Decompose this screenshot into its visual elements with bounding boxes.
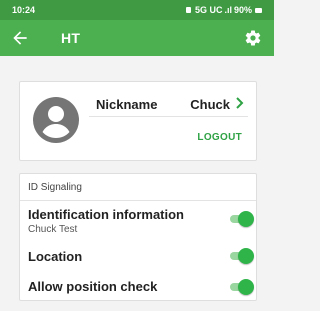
row-label: Location <box>28 249 83 264</box>
sim-icon <box>185 7 191 13</box>
section-header: ID Signaling <box>28 182 82 193</box>
divider <box>20 200 256 201</box>
gear-icon[interactable] <box>244 29 262 47</box>
nickname-label: Nickname <box>96 97 158 112</box>
toggle-thumb <box>238 279 254 295</box>
status-indicators: 5G UC .ıl 90% <box>185 5 262 15</box>
identification-information-row: Identification information Chuck Test <box>28 207 248 235</box>
profile-card: Nickname Chuck LOGOUT <box>19 81 257 161</box>
battery-icon <box>255 7 262 13</box>
chevron-right-icon <box>236 97 244 109</box>
row-sublabel: Chuck Test <box>28 224 78 235</box>
identification-information-toggle[interactable] <box>230 211 254 227</box>
row-label: Identification information <box>28 207 184 222</box>
battery-level: 90% <box>233 5 252 15</box>
network-label: 5G UC <box>194 5 223 15</box>
location-toggle[interactable] <box>230 248 254 264</box>
toggle-thumb <box>238 248 254 264</box>
location-row: Location <box>28 249 248 264</box>
nickname-value: Chuck <box>190 97 230 112</box>
row-label: Allow position check <box>28 279 158 294</box>
toggle-thumb <box>238 211 254 227</box>
page-title: HT <box>61 30 81 46</box>
allow-position-check-toggle[interactable] <box>230 279 254 295</box>
app-bar: HT <box>0 20 274 56</box>
status-time: 10:24 <box>12 5 36 15</box>
status-bar: 10:24 5G UC .ıl 90% <box>0 0 274 20</box>
account-circle-icon <box>33 97 79 143</box>
logout-button[interactable]: LOGOUT <box>197 132 242 143</box>
id-signaling-card: ID Signaling Identification information … <box>19 173 257 301</box>
allow-position-check-row: Allow position check <box>28 279 248 294</box>
signal-strength: .ıl <box>224 5 232 15</box>
arrow-left-icon[interactable] <box>10 28 30 48</box>
nickname-row[interactable]: Nickname Chuck <box>89 91 248 117</box>
